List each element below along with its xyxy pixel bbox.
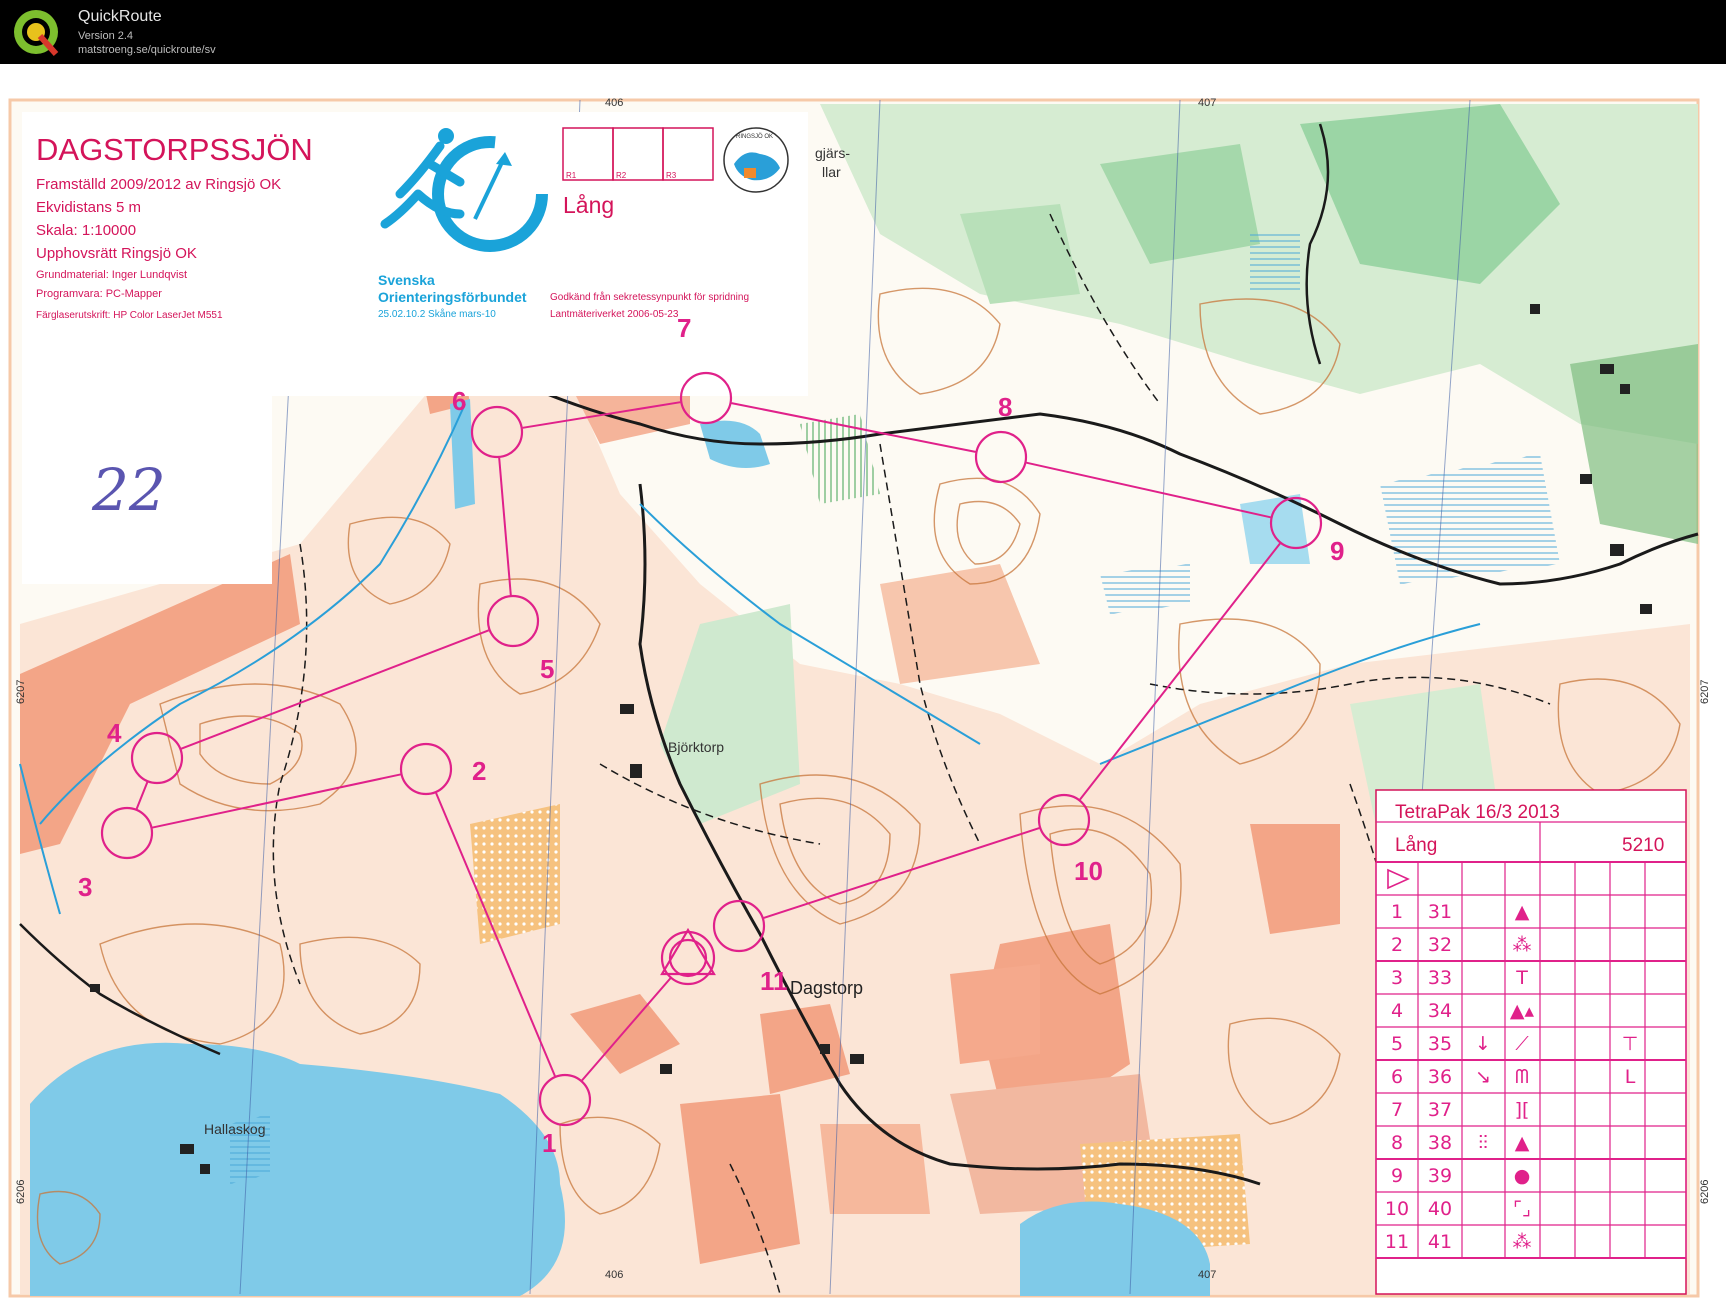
row-feature-symbol: ▲ [1515, 1132, 1530, 1154]
control-number-label: 5 [540, 654, 554, 684]
row-number: 8 [1391, 1132, 1403, 1154]
row-feature-symbol: ▲ [1515, 901, 1530, 923]
row-number: 3 [1391, 967, 1403, 989]
info-small-base-material: Grundmaterial: Inger Lundqvist [36, 269, 187, 281]
place-name-hallaskog: Hallaskog [204, 1121, 265, 1137]
row-feature-symbol: ⁂ [1513, 934, 1532, 956]
open-field [950, 964, 1040, 1064]
orienteering-map[interactable]: 406 407 406 407 6207 6206 6207 6206 Björ… [0, 64, 1726, 1299]
club-logo-text: RINGSJÖ OK [736, 133, 773, 140]
approval-line2: Lantmäteriverket 2006-05-23 [550, 309, 679, 320]
row-feature-symbol: T [1515, 967, 1528, 989]
info-line-copyright: Upphovsrätt Ringsjö OK [36, 245, 197, 262]
row-code: 41 [1428, 1231, 1452, 1253]
row-code: 35 [1428, 1033, 1452, 1055]
grid-label-top-406: 406 [605, 97, 623, 109]
federation-name-line2: Orienteringsförbundet [378, 289, 527, 305]
info-line-contour: Ekvidistans 5 m [36, 199, 141, 216]
quickroute-logo-icon [14, 10, 59, 56]
control-number-label: 8 [998, 392, 1012, 422]
row-feature-symbol: ][ [1515, 1099, 1530, 1121]
row-which-feature: ↓ [1475, 1033, 1491, 1055]
federation-name-line1: Svenska [378, 272, 435, 288]
course-box-r3: R3 [666, 171, 677, 180]
row-number: 9 [1391, 1165, 1403, 1187]
row-code: 38 [1428, 1132, 1452, 1154]
control-number-label: 2 [472, 756, 486, 786]
federation-code: 25.02.10.2 Skåne mars-10 [378, 308, 496, 320]
row-feature-symbol: ᗰ [1515, 1066, 1529, 1088]
row-code: 31 [1428, 901, 1452, 923]
info-line-produced: Framställd 2009/2012 av Ringsjö OK [36, 176, 281, 193]
row-number: 2 [1391, 934, 1403, 956]
place-name-bjorktorp: Björktorp [668, 739, 724, 755]
description-course: Lång [1395, 835, 1437, 856]
place-name-gjars: gjärs- [815, 145, 850, 161]
row-code: 39 [1428, 1165, 1452, 1187]
row-code: 32 [1428, 934, 1452, 956]
control-description-sheet: TetraPak 16/3 2013 Lång 5210 1 31 ▲2 32 ⁂3 33… [1375, 789, 1687, 1295]
course-box-r1: R1 [566, 171, 577, 180]
open-field [680, 1094, 800, 1264]
description-length: 5210 [1622, 835, 1664, 856]
info-small-software: Programvara: PC-Mapper [36, 288, 162, 300]
app-name: QuickRoute [78, 8, 162, 25]
row-number: 4 [1391, 1000, 1403, 1022]
marsh [1250, 234, 1300, 294]
row-location-symbol: ⊤ [1622, 1033, 1639, 1055]
grid-label-bottom-406: 406 [605, 1269, 623, 1281]
row-number: 5 [1391, 1033, 1403, 1055]
rough-open [470, 804, 560, 944]
course-label: Lång [563, 192, 614, 218]
control-number-label: 10 [1074, 856, 1103, 886]
grid-label-left-6207: 6207 [15, 680, 27, 704]
app-url: matstroeng.se/quickroute/sv [78, 44, 216, 56]
grid-label-left-6206: 6206 [15, 1180, 27, 1204]
approval-line1: Godkänd från sekretessynpunkt för spridn… [550, 291, 749, 303]
row-code: 40 [1428, 1198, 1452, 1220]
map-title: DAGSTORPSSJÖN [36, 132, 313, 167]
grid-label-right-6207: 6207 [1699, 680, 1711, 704]
row-location-symbol: L [1625, 1066, 1636, 1088]
row-code: 37 [1428, 1099, 1452, 1121]
info-line-scale: Skala: 1:10000 [36, 222, 136, 239]
control-number-label: 4 [107, 718, 122, 748]
grid-label-top-407: 407 [1198, 97, 1216, 109]
row-code: 33 [1428, 967, 1452, 989]
row-feature-symbol: ⌜⌟ [1513, 1198, 1531, 1220]
control-number-label: 7 [677, 313, 691, 343]
handwritten-number: 22 [91, 456, 166, 524]
row-number: 6 [1391, 1066, 1403, 1088]
row-number: 11 [1385, 1231, 1409, 1253]
control-number-label: 11 [760, 966, 788, 996]
map-viewport[interactable]: 406 407 406 407 6207 6206 6207 6206 Björ… [0, 64, 1726, 1299]
control-number-label: 1 [542, 1128, 556, 1158]
row-number: 10 [1385, 1198, 1409, 1220]
row-code: 36 [1428, 1066, 1452, 1088]
grid-label-bottom-407: 407 [1198, 1269, 1216, 1281]
place-name-llar: llar [822, 164, 841, 180]
app-titlebar: QuickRoute Version 2.4 matstroeng.se/qui… [0, 0, 1726, 64]
description-event: TetraPak 16/3 2013 [1395, 802, 1560, 823]
control-number-label: 3 [78, 872, 92, 902]
grid-label-right-6206: 6206 [1699, 1180, 1711, 1204]
info-small-printer: Färglaserutskrift: HP Color LaserJet M55… [36, 310, 223, 321]
app-version: Version 2.4 [78, 30, 134, 42]
row-feature-symbol: ▲▴ [1510, 1000, 1535, 1022]
place-name-dagstorp: Dagstorp [790, 978, 863, 998]
row-which-feature: ↘ [1475, 1066, 1491, 1088]
row-number: 1 [1391, 901, 1403, 923]
course-box-r2: R2 [616, 171, 627, 180]
row-feature-symbol: ⟋ [1515, 1033, 1529, 1055]
row-feature-symbol: ● [1514, 1165, 1531, 1187]
control-number-label: 9 [1330, 536, 1344, 566]
control-number-label: 6 [452, 386, 466, 416]
row-code: 34 [1428, 1000, 1452, 1022]
row-number: 7 [1391, 1099, 1403, 1121]
row-which-feature: ⫶⫶ [1478, 1132, 1488, 1154]
row-feature-symbol: ⁂ [1513, 1231, 1532, 1253]
